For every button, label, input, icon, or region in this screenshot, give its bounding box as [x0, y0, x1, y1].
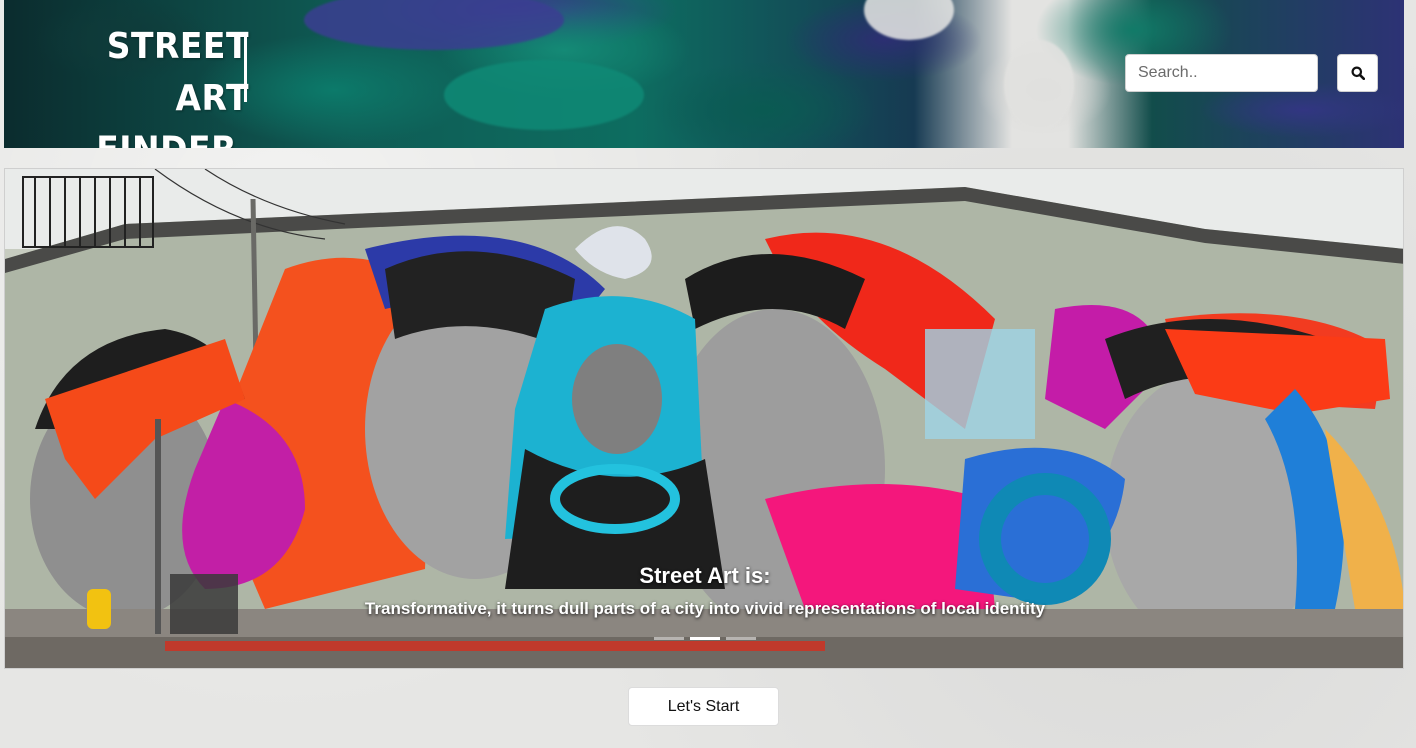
site-logo[interactable]: STREET ART FINDER	[54, 20, 249, 148]
carousel-indicator-active[interactable]	[690, 637, 720, 640]
carousel-indicators	[5, 637, 1403, 640]
carousel-indicator[interactable]	[726, 637, 756, 640]
search-input[interactable]	[1125, 54, 1318, 92]
header-paint-texture	[1004, 40, 1074, 130]
logo-divider	[244, 34, 247, 102]
header-paint-texture	[444, 60, 644, 130]
carousel-indicator[interactable]	[654, 637, 684, 640]
header-paint-texture	[304, 0, 564, 50]
lets-start-button[interactable]: Let's Start	[628, 687, 779, 726]
search-button[interactable]	[1337, 54, 1378, 92]
search-icon	[1351, 66, 1365, 80]
logo-line-1: STREET ART	[106, 24, 249, 119]
carousel-caption-text: Transformative, it turns dull parts of a…	[364, 599, 1046, 618]
header-paint-texture	[864, 0, 954, 40]
hero-carousel[interactable]: Street Art is: Transformative, it turns …	[4, 168, 1404, 669]
logo-line-2: FINDER	[54, 124, 249, 148]
carousel-caption-title: Street Art is:	[639, 563, 771, 588]
mural-image	[5, 169, 1403, 668]
